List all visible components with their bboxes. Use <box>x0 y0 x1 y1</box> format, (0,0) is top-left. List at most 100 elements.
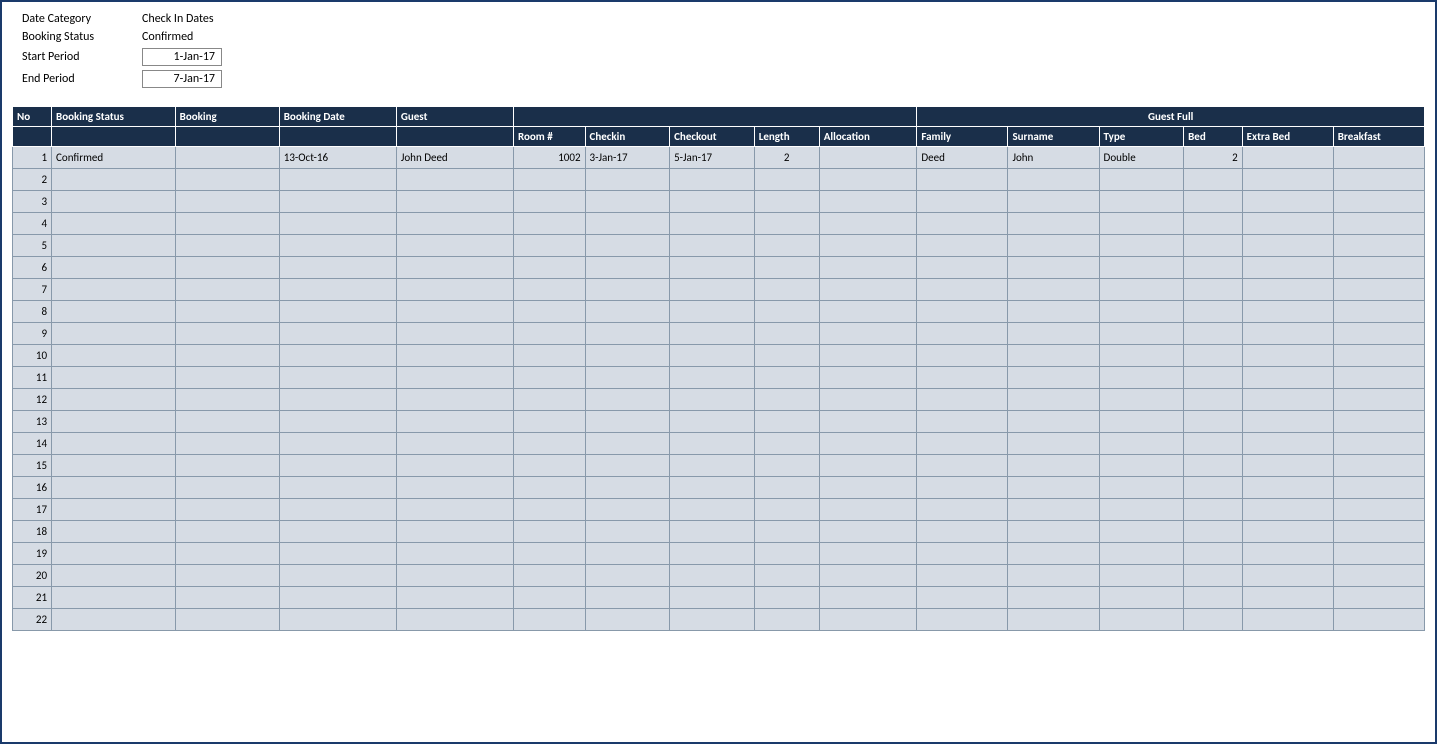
cell-bed <box>1184 609 1243 631</box>
cell-guest <box>396 499 513 521</box>
cell-bed <box>1184 565 1243 587</box>
cell-booking-status <box>52 609 176 631</box>
cell-allocation <box>819 257 917 279</box>
cell-booking-date <box>279 587 396 609</box>
cell-breakfast <box>1333 389 1424 411</box>
cell-room <box>513 279 585 301</box>
cell-allocation <box>819 543 917 565</box>
cell-no: 9 <box>13 323 52 345</box>
cell-length <box>754 279 819 301</box>
col-subheader-no <box>13 127 52 147</box>
cell-guest <box>396 389 513 411</box>
cell-booking-date <box>279 389 396 411</box>
cell-allocation <box>819 433 917 455</box>
cell-no: 18 <box>13 521 52 543</box>
cell-no: 20 <box>13 565 52 587</box>
cell-surname <box>1008 411 1099 433</box>
table-row: 1Confirmed13-Oct-16John Deed10023-Jan-17… <box>13 147 1425 169</box>
cell-breakfast <box>1333 345 1424 367</box>
cell-bed <box>1184 521 1243 543</box>
cell-guest <box>396 191 513 213</box>
cell-booking <box>175 455 279 477</box>
cell-booking-status <box>52 279 176 301</box>
cell-room <box>513 587 585 609</box>
cell-length <box>754 543 819 565</box>
cell-breakfast <box>1333 565 1424 587</box>
cell-surname <box>1008 609 1099 631</box>
cell-surname <box>1008 565 1099 587</box>
cell-type <box>1099 543 1184 565</box>
cell-booking-date <box>279 499 396 521</box>
cell-room <box>513 169 585 191</box>
col-header-booking-date: Booking Date <box>279 107 396 127</box>
cell-bed <box>1184 323 1243 345</box>
cell-length <box>754 345 819 367</box>
cell-extrabed <box>1242 609 1333 631</box>
table-row: 5 <box>13 235 1425 257</box>
cell-extrabed <box>1242 191 1333 213</box>
cell-extrabed <box>1242 279 1333 301</box>
cell-type <box>1099 279 1184 301</box>
cell-booking-status: Confirmed <box>52 147 176 169</box>
col-header-no: No <box>13 107 52 127</box>
start-period-value[interactable]: 1-Jan-17 <box>142 48 222 66</box>
cell-checkin <box>585 477 670 499</box>
booking-status-value: Confirmed <box>142 30 193 44</box>
cell-extrabed <box>1242 433 1333 455</box>
cell-extrabed <box>1242 301 1333 323</box>
cell-guest <box>396 455 513 477</box>
cell-room <box>513 565 585 587</box>
cell-booking-status <box>52 521 176 543</box>
cell-checkin <box>585 389 670 411</box>
cell-surname <box>1008 389 1099 411</box>
cell-checkout <box>670 543 755 565</box>
cell-length <box>754 389 819 411</box>
cell-room <box>513 191 585 213</box>
cell-checkin <box>585 191 670 213</box>
table-row: 8 <box>13 301 1425 323</box>
cell-no: 16 <box>13 477 52 499</box>
cell-booking-date <box>279 411 396 433</box>
booking-status-label: Booking Status <box>22 30 142 44</box>
cell-type <box>1099 345 1184 367</box>
cell-bed <box>1184 257 1243 279</box>
end-period-value[interactable]: 7-Jan-17 <box>142 70 222 88</box>
cell-checkin <box>585 235 670 257</box>
table-row: 21 <box>13 587 1425 609</box>
cell-allocation <box>819 279 917 301</box>
cell-guest <box>396 323 513 345</box>
cell-breakfast <box>1333 213 1424 235</box>
cell-type <box>1099 235 1184 257</box>
cell-booking-status <box>52 433 176 455</box>
cell-length <box>754 521 819 543</box>
cell-checkin <box>585 521 670 543</box>
cell-no: 6 <box>13 257 52 279</box>
cell-bed <box>1184 543 1243 565</box>
cell-bed <box>1184 213 1243 235</box>
cell-length <box>754 499 819 521</box>
date-category-label: Date Category <box>22 12 142 26</box>
cell-room <box>513 477 585 499</box>
col-header-guest: Guest <box>396 107 513 127</box>
cell-bed <box>1184 499 1243 521</box>
cell-booking-status <box>52 411 176 433</box>
cell-breakfast <box>1333 411 1424 433</box>
col-subheader-breakfast: Breakfast <box>1333 127 1424 147</box>
table-row: 3 <box>13 191 1425 213</box>
cell-guest <box>396 169 513 191</box>
cell-checkout: 5-Jan-17 <box>670 147 755 169</box>
table-row: 10 <box>13 345 1425 367</box>
cell-breakfast <box>1333 521 1424 543</box>
cell-booking <box>175 411 279 433</box>
cell-guest <box>396 477 513 499</box>
cell-allocation <box>819 477 917 499</box>
cell-room <box>513 521 585 543</box>
cell-checkout <box>670 279 755 301</box>
cell-bed <box>1184 455 1243 477</box>
cell-booking-date <box>279 345 396 367</box>
cell-type <box>1099 191 1184 213</box>
cell-type <box>1099 411 1184 433</box>
cell-booking-status <box>52 587 176 609</box>
cell-booking <box>175 279 279 301</box>
cell-booking-status <box>52 455 176 477</box>
